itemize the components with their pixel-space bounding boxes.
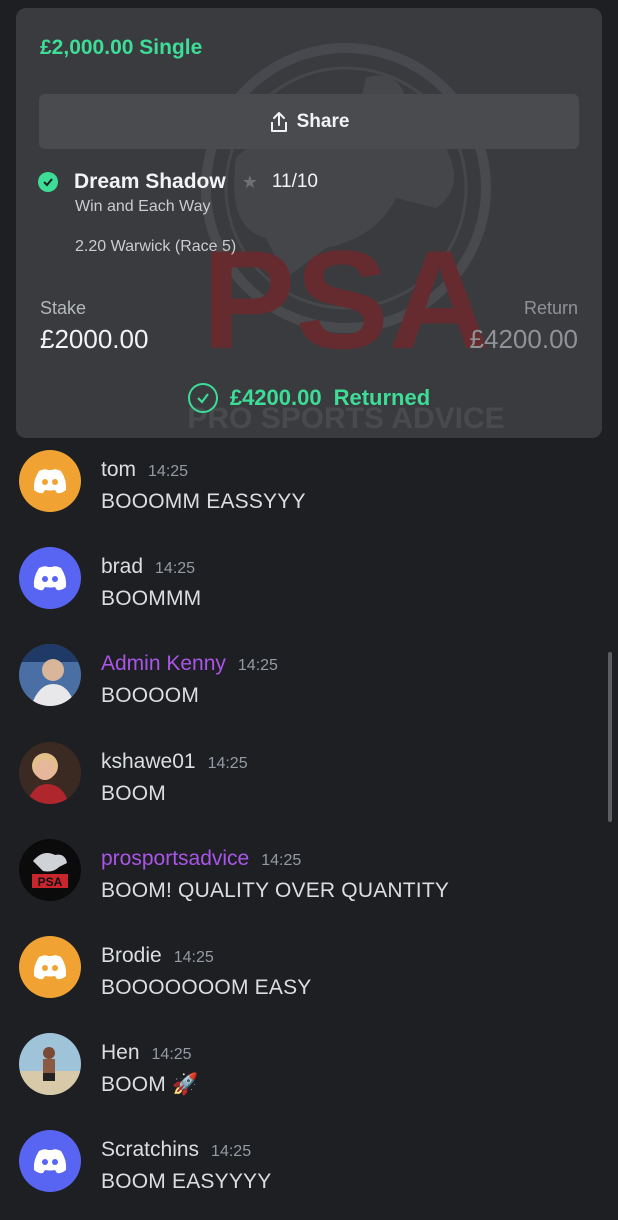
username[interactable]: kshawe01 14:25	[101, 750, 248, 774]
list-item: PSA prosportsadvice 14:25 BOOM! QUALITY O…	[0, 839, 618, 929]
timestamp: 14:25	[211, 1143, 252, 1160]
list-item: tom 14:25 BOOOMM EASSYYY	[0, 450, 618, 540]
avatar[interactable]	[19, 936, 81, 998]
selection-name: Dream Shadow	[74, 170, 226, 193]
message-text: BOOOOM	[101, 684, 200, 707]
scrollbar[interactable]	[608, 652, 612, 822]
username[interactable]: Hen 14:25	[101, 1041, 192, 1065]
returned-amount: £4200.00	[229, 385, 322, 410]
username[interactable]: Brodie 14:25	[101, 944, 214, 968]
username[interactable]: Scratchins 14:25	[101, 1138, 251, 1162]
return-label: Return	[523, 298, 578, 318]
message-text: BOOOMM EASSYYY	[101, 490, 306, 513]
avatar[interactable]	[19, 1033, 81, 1095]
psa-watermark-text: PSA	[202, 221, 490, 378]
returned-status: £4200.00 Returned	[16, 368, 602, 428]
return-value: £4200.00	[469, 324, 578, 354]
username[interactable]: prosportsadvice 14:25	[101, 847, 301, 871]
username[interactable]: Admin Kenny 14:25	[101, 652, 278, 676]
list-item: Scratchins 14:25 BOOM EASYYYY	[0, 1130, 618, 1220]
returned-label: Returned	[333, 385, 431, 410]
share-icon	[269, 111, 289, 133]
user-photo-icon	[19, 742, 81, 804]
username[interactable]: tom 14:25	[101, 458, 188, 482]
message-text: BOOM	[101, 782, 166, 805]
star-icon: ★	[241, 171, 258, 192]
selection-odds: 11/10	[271, 171, 318, 192]
timestamp: 14:25	[155, 560, 196, 577]
avatar[interactable]: PSA	[19, 839, 81, 901]
timestamp: 14:25	[151, 1046, 192, 1063]
list-item: Brodie 14:25 BOOOOOOOM EASY	[0, 936, 618, 1026]
share-button[interactable]: Share	[39, 94, 579, 149]
psa-logo-avatar-icon: PSA	[20, 840, 80, 900]
list-item: Admin Kenny 14:25 BOOOOM	[0, 644, 618, 734]
user-photo-icon	[19, 1033, 81, 1095]
list-item: Hen 14:25 BOOM 🚀	[0, 1033, 618, 1123]
timestamp: 14:25	[237, 657, 278, 674]
message-text: BOOMMM	[101, 587, 202, 610]
user-photo-icon	[19, 644, 81, 706]
race-info: 2.20 Warwick (Race 5)	[75, 238, 237, 255]
svg-text:PSA: PSA	[38, 875, 63, 889]
avatar[interactable]	[19, 547, 81, 609]
list-item: kshawe01 14:25 BOOM	[0, 742, 618, 832]
discord-icon	[33, 469, 67, 494]
username[interactable]: brad 14:25	[101, 555, 195, 579]
avatar[interactable]	[19, 742, 81, 804]
message-text: BOOM 🚀	[101, 1073, 199, 1096]
timestamp: 14:25	[207, 755, 248, 772]
stake-label: Stake	[40, 298, 87, 318]
discord-icon	[33, 566, 67, 591]
timestamp: 14:25	[261, 852, 302, 869]
returned-check-icon	[187, 383, 218, 413]
avatar[interactable]	[19, 644, 81, 706]
timestamp: 14:25	[148, 463, 189, 480]
check-icon	[38, 172, 58, 192]
message-text: BOOOOOOOM EASY	[101, 976, 312, 999]
share-label: Share	[296, 110, 350, 132]
avatar[interactable]	[19, 1130, 81, 1192]
market-type: Win and Each Way	[75, 198, 211, 215]
discord-icon	[33, 955, 67, 980]
message-text: BOOM EASYYYY	[101, 1170, 272, 1193]
discord-icon	[33, 1149, 67, 1174]
timestamp: 14:25	[173, 949, 214, 966]
list-item: brad 14:25 BOOMMM	[0, 547, 618, 637]
message-text: BOOM! QUALITY OVER QUANTITY	[101, 879, 450, 902]
bet-slip-card: PSA PRO SPORTS ADVICE £2,000.00 Single S…	[16, 8, 602, 438]
bet-title: £2,000.00 Single	[40, 36, 203, 59]
selection-row: Dream Shadow ★ 11/10	[38, 170, 318, 194]
stake-value: £2000.00	[40, 324, 149, 354]
avatar[interactable]	[19, 450, 81, 512]
